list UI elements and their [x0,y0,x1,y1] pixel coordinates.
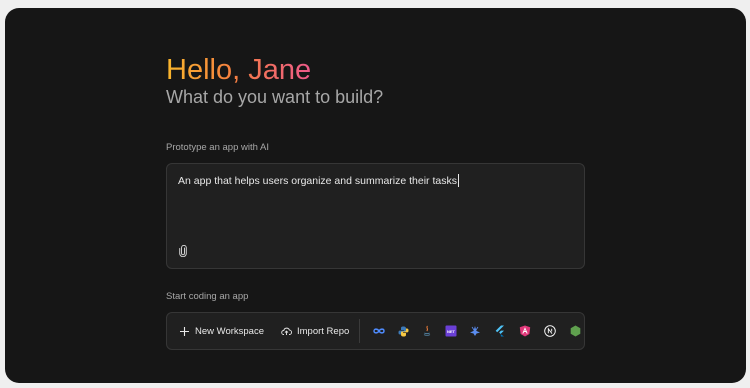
main-content: Hello, Jane What do you want to build? P… [166,54,585,350]
prompt-input[interactable]: An app that helps users organize and sum… [166,163,585,269]
prompt-value: An app that helps users organize and sum… [178,175,457,187]
nodejs-icon[interactable] [569,325,581,337]
start-coding-toolbar: New Workspace Import Repo NET [166,312,585,350]
new-workspace-button[interactable]: New Workspace [179,313,264,349]
toolbar-divider [359,319,360,343]
prompt-text[interactable]: An app that helps users organize and sum… [178,174,459,187]
paperclip-icon[interactable] [178,244,188,258]
python-icon[interactable] [397,325,409,337]
prototype-section-label: Prototype an app with AI [166,142,269,153]
flutter-icon[interactable] [493,325,505,337]
infinity-icon[interactable] [373,325,385,337]
app-window: Hello, Jane What do you want to build? P… [5,8,746,383]
angular-icon[interactable] [519,325,531,337]
import-repo-button[interactable]: Import Repo [281,313,349,349]
text-caret [457,174,459,187]
dotnet-icon[interactable]: NET [445,325,457,337]
nextjs-icon[interactable] [544,325,556,337]
new-workspace-label: New Workspace [195,325,264,337]
ai-spark-icon[interactable] [469,325,481,337]
plus-icon [180,326,189,336]
start-coding-section-label: Start coding an app [166,291,249,302]
cloud-upload-icon [281,327,292,335]
page-subtitle: What do you want to build? [166,87,384,107]
greeting-title: Hello, Jane [166,54,312,86]
import-repo-label: Import Repo [297,325,350,337]
java-icon[interactable] [421,325,433,337]
svg-text:NET: NET [447,329,456,334]
